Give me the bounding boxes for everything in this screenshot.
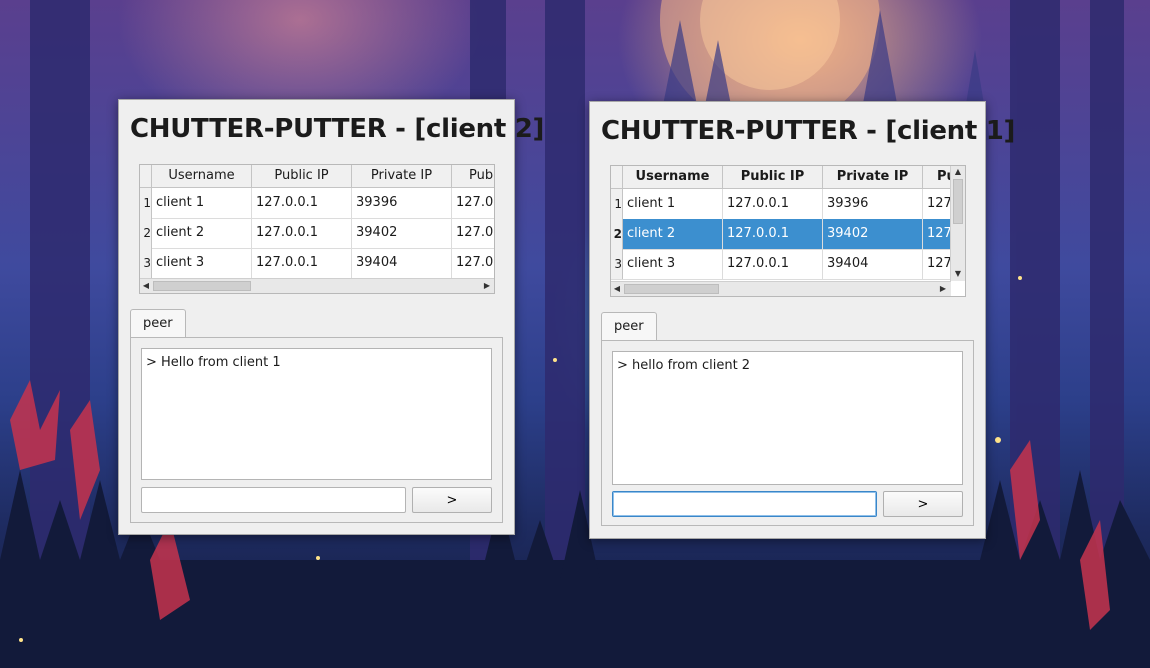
cell-private-ip[interactable]: 39396 (823, 189, 923, 219)
row-header[interactable]: 3 (140, 248, 152, 278)
cell-public-ip[interactable]: 127.0.0.1 (252, 248, 352, 278)
scroll-left-arrow-icon[interactable]: ◀ (611, 282, 623, 296)
cell-public-port[interactable]: 127.0.0.1 (452, 188, 494, 218)
peer-table[interactable]: Username Public IP Private IP Pu 1 clien… (610, 165, 966, 297)
tab-pane-peer: > hello from client 2 > (601, 340, 974, 526)
cell-public-ip[interactable]: 127.0.0.1 (252, 218, 352, 248)
cell-public-ip[interactable]: 127.0.0.1 (723, 249, 823, 279)
scrollbar-thumb[interactable] (953, 179, 963, 224)
column-header-public-port[interactable]: Pub (452, 165, 494, 187)
cell-private-ip[interactable]: 39404 (823, 249, 923, 279)
column-header-public-ip[interactable]: Public IP (723, 166, 823, 188)
cell-username[interactable]: client 3 (152, 248, 252, 278)
table-header: Username Public IP Private IP Pu (611, 166, 956, 189)
table-row[interactable]: 1 client 1 127.0.0.1 39396 127.0.0.1 (140, 188, 494, 219)
column-header-username[interactable]: Username (623, 166, 723, 188)
cell-username[interactable]: client 1 (623, 189, 723, 219)
column-header-public-ip[interactable]: Public IP (252, 165, 352, 187)
table-row-selected[interactable]: 2 client 2 127.0.0.1 39402 127.0.0.1 (611, 219, 951, 250)
send-button[interactable]: > (412, 487, 492, 513)
row-header[interactable]: 2 (611, 219, 623, 249)
row-header[interactable]: 1 (140, 188, 152, 218)
cell-private-ip[interactable]: 39402 (823, 219, 923, 249)
send-button[interactable]: > (883, 491, 963, 517)
chat-log[interactable]: > Hello from client 1 (141, 348, 492, 480)
scroll-down-arrow-icon[interactable]: ▼ (951, 268, 965, 280)
cell-public-port[interactable]: 127.0.0.1 (923, 189, 951, 219)
table-corner-button[interactable] (611, 166, 623, 188)
tab-peer[interactable]: peer (601, 312, 657, 341)
scrollbar-thumb[interactable] (624, 284, 719, 294)
window-title: CHUTTER-PUTTER - [client 1] (601, 116, 1016, 146)
chat-window-client-2: CHUTTER-PUTTER - [client 2] Username Pub… (118, 99, 544, 535)
cell-public-port[interactable]: 127.0.0.1 (923, 219, 951, 249)
table-row[interactable]: 3 client 3 127.0.0.1 39404 127.0.0.1 (611, 249, 951, 280)
cell-public-port[interactable]: 127.0.0.1 (452, 218, 494, 248)
table-row[interactable]: 1 client 1 127.0.0.1 39396 127.0.0.1 (611, 189, 951, 220)
cell-username[interactable]: client 1 (152, 188, 252, 218)
cell-username[interactable]: client 2 (152, 218, 252, 248)
cell-public-ip[interactable]: 127.0.0.1 (723, 219, 823, 249)
column-header-private-ip[interactable]: Private IP (352, 165, 452, 187)
table-row[interactable]: 3 client 3 127.0.0.1 39404 127.0.0.1 (140, 248, 494, 279)
message-input[interactable] (141, 487, 406, 513)
scroll-right-arrow-icon[interactable]: ▶ (937, 282, 949, 296)
column-header-username[interactable]: Username (152, 165, 252, 187)
vertical-scrollbar[interactable]: ▲ ▼ (950, 166, 965, 281)
table-header: Username Public IP Private IP Pub (140, 165, 494, 188)
peer-table[interactable]: Username Public IP Private IP Pub 1 clie… (139, 164, 495, 294)
horizontal-scrollbar[interactable]: ◀ ▶ (140, 278, 494, 293)
cell-username[interactable]: client 2 (623, 219, 723, 249)
cell-private-ip[interactable]: 39396 (352, 188, 452, 218)
scroll-right-arrow-icon[interactable]: ▶ (481, 279, 493, 293)
cell-public-ip[interactable]: 127.0.0.1 (252, 188, 352, 218)
row-header[interactable]: 1 (611, 189, 623, 219)
column-header-private-ip[interactable]: Private IP (823, 166, 923, 188)
cell-public-ip[interactable]: 127.0.0.1 (723, 189, 823, 219)
window-title: CHUTTER-PUTTER - [client 2] (130, 114, 545, 144)
horizontal-scrollbar[interactable]: ◀ ▶ (611, 281, 951, 296)
cell-public-port[interactable]: 127.0.0.1 (923, 249, 951, 279)
row-header[interactable]: 2 (140, 218, 152, 248)
scrollbar-thumb[interactable] (153, 281, 251, 291)
tab-peer[interactable]: peer (130, 309, 186, 338)
cell-private-ip[interactable]: 39402 (352, 218, 452, 248)
scroll-left-arrow-icon[interactable]: ◀ (140, 279, 152, 293)
chat-window-client-1: CHUTTER-PUTTER - [client 1] Username Pub… (589, 101, 1015, 539)
tab-pane-peer: > Hello from client 1 > (130, 337, 503, 523)
table-row[interactable]: 2 client 2 127.0.0.1 39402 127.0.0.1 (140, 218, 494, 249)
scroll-up-arrow-icon[interactable]: ▲ (951, 166, 965, 178)
cell-username[interactable]: client 3 (623, 249, 723, 279)
chat-log[interactable]: > hello from client 2 (612, 351, 963, 485)
cell-private-ip[interactable]: 39404 (352, 248, 452, 278)
row-header[interactable]: 3 (611, 249, 623, 279)
table-corner-button[interactable] (140, 165, 152, 187)
message-input[interactable] (612, 491, 877, 517)
cell-public-port[interactable]: 127.0.0.1 (452, 248, 494, 278)
